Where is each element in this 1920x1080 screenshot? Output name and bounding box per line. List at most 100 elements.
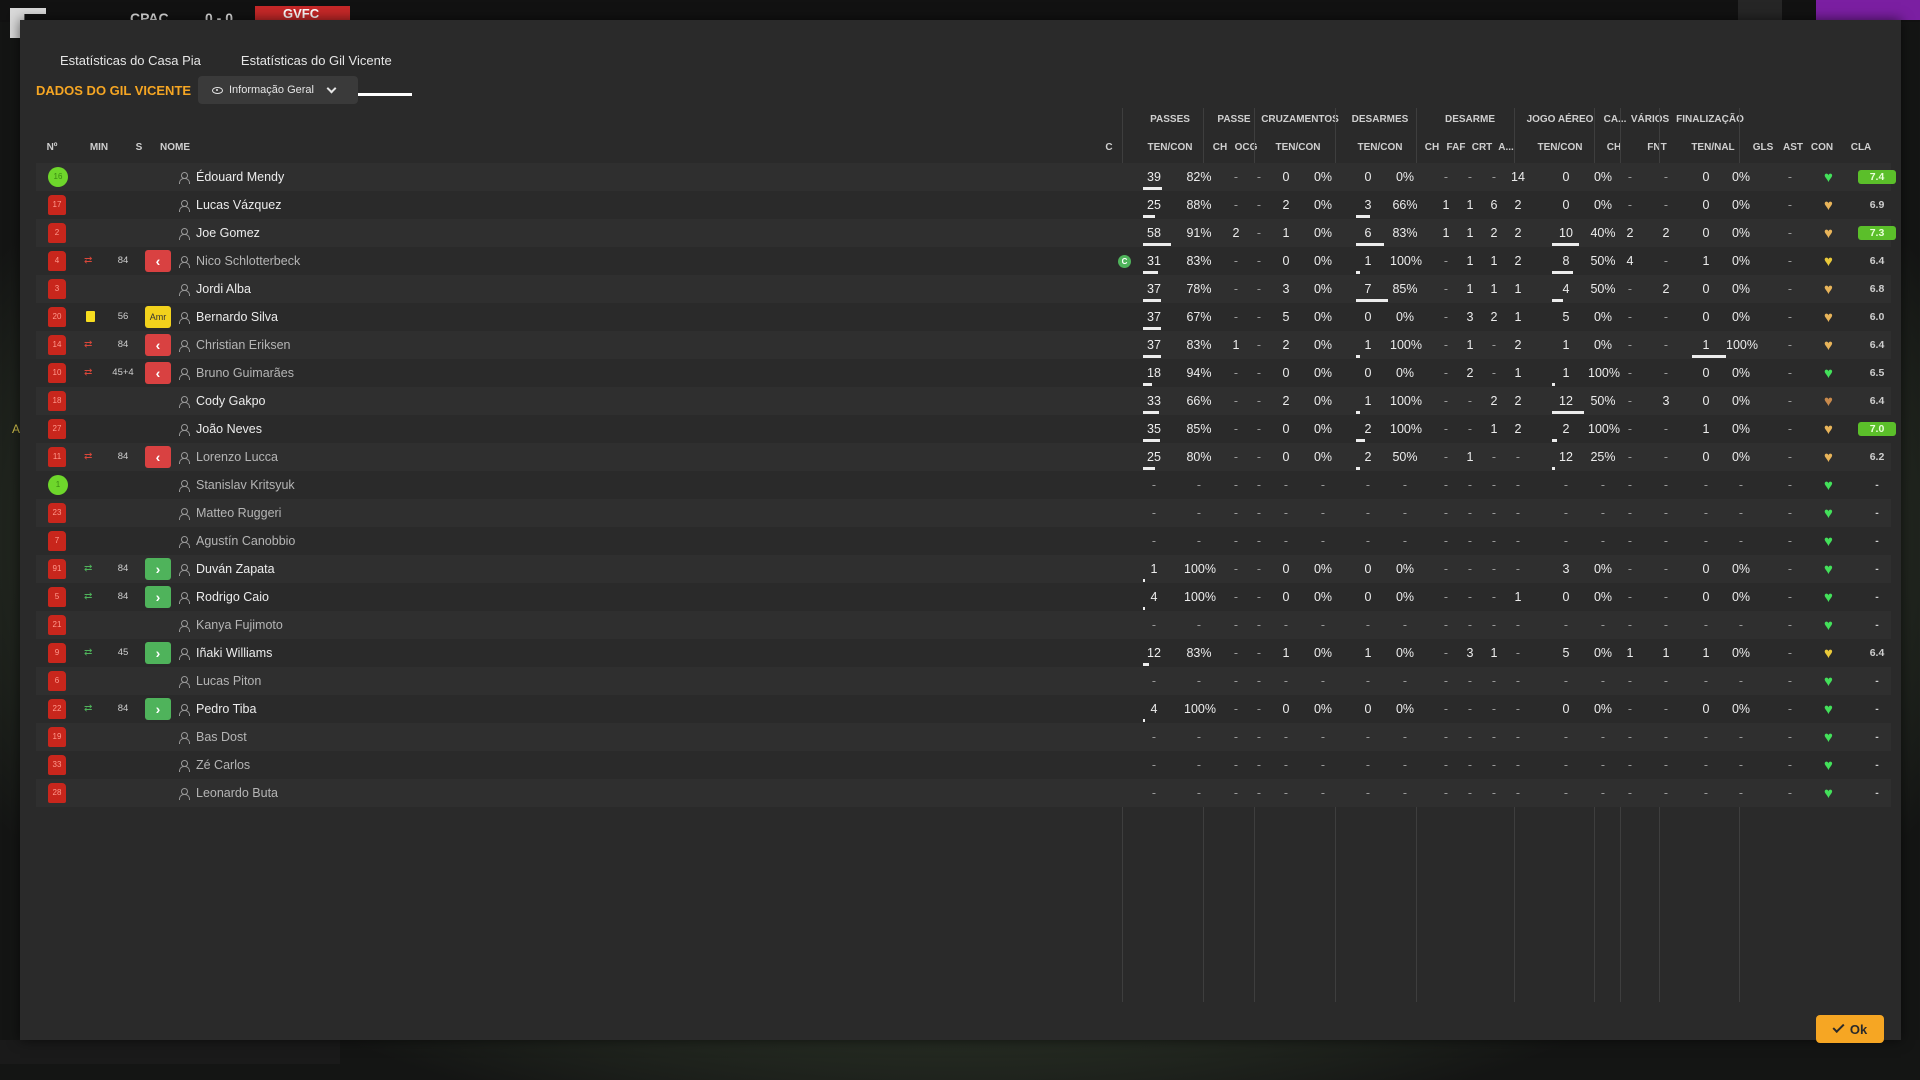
table-row[interactable]: 21 Kanya Fujimoto - - - - - - - - - - - - - - - - - - - ♥ - bbox=[36, 611, 1891, 639]
player-name[interactable]: Nico Schlotterbeck bbox=[196, 247, 300, 275]
player-name[interactable]: João Neves bbox=[196, 415, 262, 443]
table-row[interactable]: 19 Bas Dost - - - - - - - - - - - - - - - - - - - ♥ - bbox=[36, 723, 1891, 751]
empty-stat: - bbox=[1663, 758, 1669, 772]
player-rating: 7.4 bbox=[1858, 170, 1896, 184]
col-s[interactable]: S bbox=[132, 142, 146, 153]
player-name[interactable]: Kanya Fujimoto bbox=[196, 611, 283, 639]
col-gls[interactable]: GLS bbox=[1750, 142, 1776, 153]
table-row[interactable]: 91 ⇄ 84 › Duván Zapata 1 100% - -0 0% 0 0% - - - -3 0% - -… bbox=[36, 555, 1891, 583]
col-c[interactable]: C bbox=[1102, 142, 1116, 153]
desarme-a: 2 bbox=[1514, 422, 1522, 436]
player-name[interactable]: Jordi Alba bbox=[196, 275, 251, 303]
empty-stat: - bbox=[1515, 506, 1521, 520]
col-cla[interactable]: CLA bbox=[1844, 142, 1878, 153]
desarme-ch: - bbox=[1443, 394, 1449, 408]
player-name[interactable]: Bernardo Silva bbox=[196, 303, 278, 331]
table-row[interactable]: 14 ⇄ 84 ‹ Christian Eriksen 37 83% 1-2 0% 1 100% -1… bbox=[36, 331, 1891, 359]
player-name[interactable]: Rodrigo Caio bbox=[196, 583, 269, 611]
player-name[interactable]: Matteo Ruggeri bbox=[196, 499, 281, 527]
table-row[interactable]: 22 ⇄ 84 › Pedro Tiba 4 100% - -0 0% 0 0% - - - -0 0% - -0 0… bbox=[36, 695, 1891, 723]
passes-pct: 80% bbox=[1186, 450, 1212, 464]
ca-ch: 1 bbox=[1626, 646, 1634, 660]
passes-pct: 88% bbox=[1186, 198, 1212, 212]
topbar-control[interactable] bbox=[1738, 0, 1782, 20]
view-select[interactable]: Informação Geral bbox=[198, 76, 358, 104]
aerial-pct: 0% bbox=[1593, 646, 1613, 660]
sub-off-arrow-icon: ‹ bbox=[145, 362, 171, 384]
player-name[interactable]: Pedro Tiba bbox=[196, 695, 256, 723]
table-row[interactable]: 1 Stanislav Kritsyuk - - - - - - - - - - - - - - - - - - - ♥ - bbox=[36, 471, 1891, 499]
table-row[interactable]: 17 Lucas Vázquez 25 88% - -2 0% 3 66% 1 1 6 2 0 0% - -0 0… bbox=[36, 191, 1891, 219]
player-name[interactable]: Duván Zapata bbox=[196, 555, 275, 583]
col-desarme-crt[interactable]: CRT bbox=[1470, 142, 1494, 153]
col-desarme-ch[interactable]: CH bbox=[1422, 142, 1442, 153]
condition-heart-icon: ♥ bbox=[1824, 309, 1833, 326]
col-min[interactable]: MIN bbox=[84, 142, 114, 153]
player-name[interactable]: Stanislav Kritsyuk bbox=[196, 471, 295, 499]
col-varios-fnt[interactable]: FNT bbox=[1644, 142, 1670, 153]
player-name[interactable]: Zé Carlos bbox=[196, 751, 250, 779]
desarme-a: 2 bbox=[1514, 394, 1522, 408]
col-cruz-ten-con[interactable]: TEN/CON bbox=[1266, 142, 1330, 153]
desarme-ch: - bbox=[1443, 422, 1449, 436]
table-row[interactable]: 18 Cody Gakpo 33 66% - -2 0% 1 100% - -2 2 12 50% -3 0 0… bbox=[36, 387, 1891, 415]
tackles-bar bbox=[1356, 299, 1388, 302]
shots-pct: 0% bbox=[1731, 366, 1751, 380]
col-aereo-ten-con[interactable]: TEN/CON bbox=[1528, 142, 1592, 153]
condition-heart-icon: ♥ bbox=[1824, 589, 1833, 606]
player-name[interactable]: Lucas Piton bbox=[196, 667, 261, 695]
empty-stat: - bbox=[1196, 478, 1202, 492]
col-nome[interactable]: NOME bbox=[160, 142, 200, 153]
empty-stat: - bbox=[1196, 618, 1202, 632]
col-des-ten-con[interactable]: TEN/CON bbox=[1348, 142, 1412, 153]
player-name[interactable]: Lorenzo Lucca bbox=[196, 443, 278, 471]
col-con[interactable]: CON bbox=[1808, 142, 1836, 153]
player-name[interactable]: Cody Gakpo bbox=[196, 387, 265, 415]
table-row[interactable]: 2 Joe Gomez 58 91% 2-1 0% 6 83% 1 1 2 2 10 40% 2 2 0 0% - ♥… bbox=[36, 219, 1896, 247]
table-row[interactable]: 16 Édouard Mendy 39 82% - -0 0% 0 0% - - -14 0 0% - -0 0… bbox=[36, 163, 1896, 191]
player-name[interactable]: Bas Dost bbox=[196, 723, 247, 751]
person-icon bbox=[179, 480, 190, 492]
col-ca-ch[interactable]: CH bbox=[1604, 142, 1624, 153]
sub-minute bbox=[108, 499, 138, 527]
table-row[interactable]: 7 Agustín Canobbio - - - - - - - - - - - - - - - - - - - ♥ - bbox=[36, 527, 1891, 555]
topbar-continue-button[interactable] bbox=[1816, 0, 1920, 20]
table-row[interactable]: 11 ⇄ 84 ‹ Lorenzo Lucca 25 80% - -0 0% 2 50% -1- -12 2… bbox=[36, 443, 1891, 471]
table-row[interactable]: 4 ⇄ 84 ‹ Nico Schlotterbeck C 31 83% - -0 0% 1 100% -… bbox=[36, 247, 1891, 275]
person-icon bbox=[179, 396, 190, 408]
col-fin-ten-nal[interactable]: TEN/NAL bbox=[1680, 142, 1746, 153]
table-row[interactable]: 5 ⇄ 84 › Rodrigo Caio 4 100% - -0 0% 0 0% - - -1 0 0% - -0… bbox=[36, 583, 1891, 611]
ok-button[interactable]: Ok bbox=[1816, 1015, 1884, 1043]
aerial-attempted: 5 bbox=[1562, 310, 1570, 324]
empty-stat: - bbox=[1703, 758, 1709, 772]
table-row[interactable]: 3 Jordi Alba 37 78% - -3 0% 7 85% -1 1 1 4 50% -2 0 0% - ♥… bbox=[36, 275, 1891, 303]
table-row[interactable]: 9 ⇄ 45 › Iñaki Williams 12 83% - -1 0% 1 0% -3 1-5 0% 1… bbox=[36, 639, 1891, 667]
col-desarme-faf[interactable]: FAF bbox=[1444, 142, 1468, 153]
empty-stat: - bbox=[1787, 758, 1793, 772]
player-name[interactable]: Christian Eriksen bbox=[196, 331, 290, 359]
col-passes-ten-con[interactable]: TEN/CON bbox=[1138, 142, 1202, 153]
table-row[interactable]: 23 Matteo Ruggeri - - - - - - - - - - - - - - - - - - - ♥ - bbox=[36, 499, 1891, 527]
player-name[interactable]: Lucas Vázquez bbox=[196, 191, 281, 219]
player-name[interactable]: Bruno Guimarães bbox=[196, 359, 294, 387]
table-row[interactable]: 10 ⇄ 45+4 ‹ Bruno Guimarães 18 94% - -0 0% 0 0% -2-1… bbox=[36, 359, 1891, 387]
player-name[interactable]: Iñaki Williams bbox=[196, 639, 272, 667]
sub-minute: 84 bbox=[117, 703, 129, 714]
player-name[interactable]: Leonardo Buta bbox=[196, 779, 278, 807]
desarme-a: - bbox=[1515, 702, 1521, 716]
aerial-pct: 25% bbox=[1590, 450, 1616, 464]
player-name[interactable]: Agustín Canobbio bbox=[196, 527, 295, 555]
player-name[interactable]: Édouard Mendy bbox=[196, 163, 284, 191]
col-number[interactable]: Nº bbox=[40, 142, 64, 153]
table-row[interactable]: 28 Leonardo Buta - - - - - - - - - - - - - - - - - - - ♥ - bbox=[36, 779, 1891, 807]
sub-on-icon: ⇄ bbox=[84, 703, 93, 714]
table-row[interactable]: 20 56 Amr Bernardo Silva 37 67% - -5 0% 0 0% -3 2 1 5 0… bbox=[36, 303, 1891, 331]
col-ast[interactable]: AST bbox=[1780, 142, 1806, 153]
table-row[interactable]: 33 Zé Carlos - - - - - - - - - - - - - - - - - - - ♥ - bbox=[36, 751, 1891, 779]
table-row[interactable]: 27 João Neves 35 85% - -0 0% 2 100% - -1 2 2 100% - -1 0… bbox=[36, 415, 1896, 443]
table-row[interactable]: 6 Lucas Piton - - - - - - - - - - - - - - - - - - - ♥ - bbox=[36, 667, 1891, 695]
player-name[interactable]: Joe Gomez bbox=[196, 219, 260, 247]
col-passe-ch[interactable]: CH bbox=[1210, 142, 1230, 153]
col-passe-ocg[interactable]: OCG bbox=[1232, 142, 1260, 153]
player-rating: - bbox=[1875, 563, 1879, 575]
